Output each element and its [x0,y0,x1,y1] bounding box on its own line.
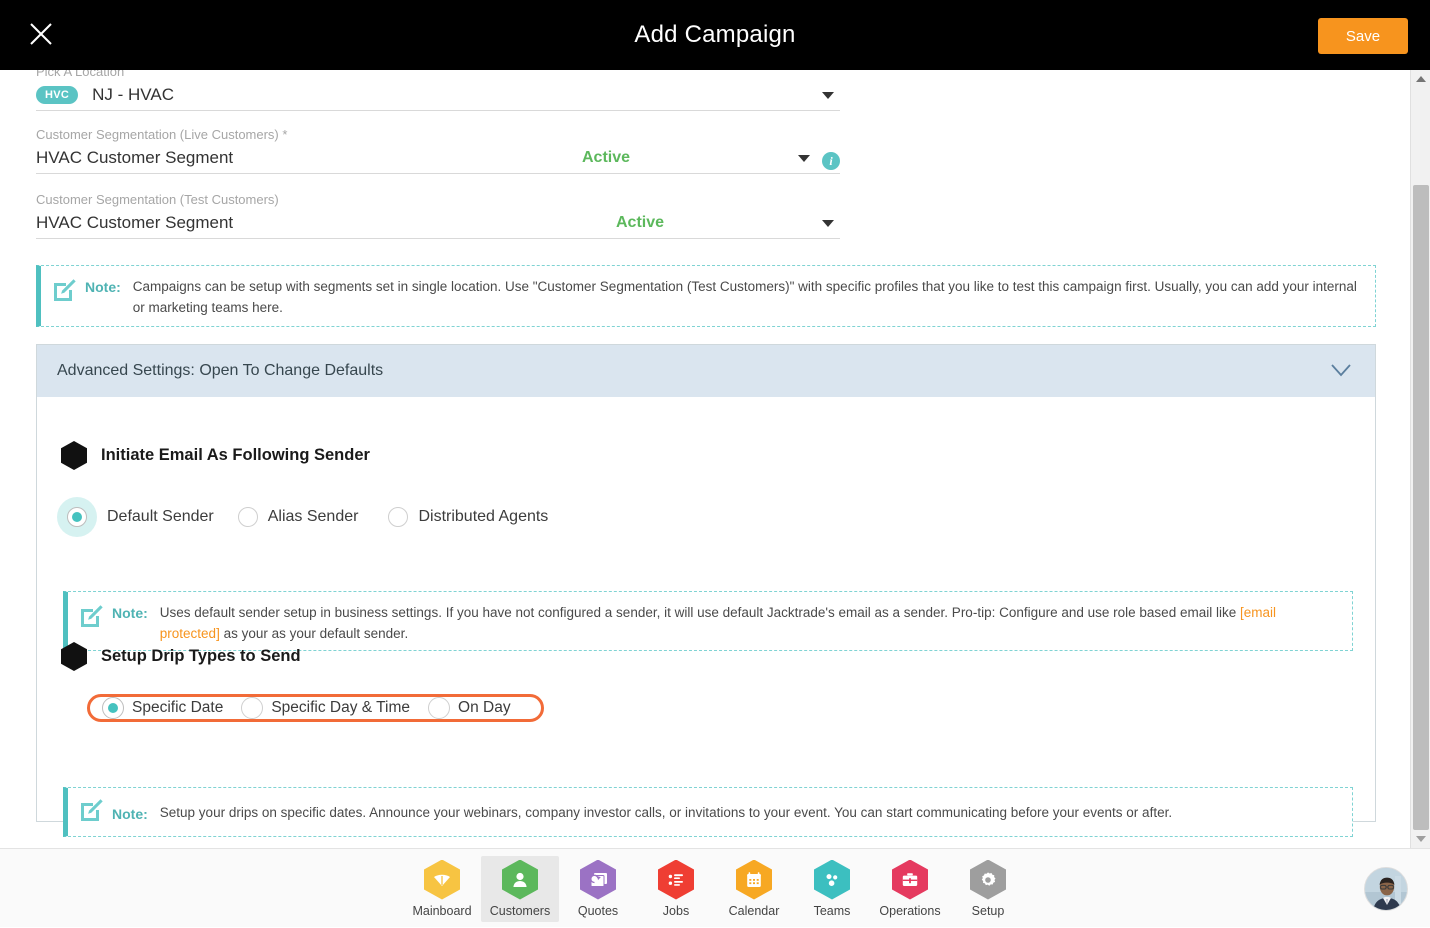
nav-item-operations[interactable]: Operations [871,856,949,922]
radio-circle [241,697,264,719]
nav-label: Calendar [728,903,780,918]
hexagon-bullet-icon [61,642,87,671]
edit-note-icon [78,797,104,828]
quotes-icon [580,859,616,900]
bottom-navigation-bar: Mainboard Customers Quotes Jobs Calendar… [0,848,1430,927]
close-icon[interactable] [26,19,56,49]
radio-distributed-agents[interactable]: Distributed Agents [388,507,548,527]
calendar-icon [736,859,772,900]
test-segmentation-field[interactable]: Customer Segmentation (Test Customers) H… [36,192,840,239]
modal-header: Add Campaign Save [0,0,1430,70]
advanced-settings-panel: Advanced Settings: Open To Change Defaul… [36,344,1376,837]
drip-note: Note: Setup your drips on specific dates… [63,787,1353,837]
sender-section-heading: Initiate Email As Following Sender [61,441,370,470]
campaign-form-scroll-area: Pick A Location HVC NJ - HVAC Customer S… [0,70,1410,848]
nav-label: Operations [879,903,941,918]
segmentation-note-text: Campaigns can be setup with segments set… [132,279,1357,315]
nav-item-jobs[interactable]: Jobs [637,856,715,922]
sender-note-text-part2: as your as your default sender. [219,626,409,641]
radio-label: Specific Day & Time [271,699,411,716]
info-icon[interactable]: i [822,152,840,170]
location-label: Pick A Location [36,70,125,79]
note-label: Note: [112,805,148,822]
radio-label: Alias Sender [267,508,359,525]
nav-item-customers[interactable]: Customers [481,855,559,922]
avatar[interactable] [1364,867,1408,911]
nav-label: Setup [971,903,1005,918]
customers-icon [502,859,538,900]
chevron-down-icon[interactable] [1329,361,1353,386]
live-segmentation-value: HVAC Customer Segment [36,148,234,167]
advanced-settings-title: Advanced Settings: Open To Change Defaul… [57,362,384,379]
radio-circle [67,507,87,527]
nav-item-calendar[interactable]: Calendar [715,856,793,922]
nav-item-quotes[interactable]: Quotes [559,856,637,922]
radio-circle [102,697,124,719]
chevron-down-icon[interactable] [798,155,810,162]
advanced-settings-body: Initiate Email As Following Sender Defau… [37,397,1375,837]
radio-label: Default Sender [107,508,214,525]
nav-label: Mainboard [412,903,472,918]
chevron-down-icon[interactable] [822,92,834,99]
nav-label: Quotes [577,903,619,918]
edit-note-icon [51,277,77,308]
radio-selected-halo [57,497,97,537]
save-button[interactable]: Save [1318,18,1408,54]
page-title: Add Campaign [634,21,796,48]
radio-dot [108,703,118,713]
setup-gear-icon [970,859,1006,900]
radio-default-sender[interactable]: Default Sender [57,497,214,537]
nav-item-mainboard[interactable]: Mainboard [403,856,481,922]
segmentation-note: Note: Campaigns can be setup with segmen… [36,265,1376,327]
nav-label: Teams [813,903,851,918]
radio-dot [72,512,82,522]
live-segmentation-label: Customer Segmentation (Live Customers) * [36,127,288,142]
jobs-icon [658,859,694,900]
mainboard-icon [424,859,460,900]
sender-radio-group[interactable]: Default Sender Alias Sender Distributed … [57,497,558,537]
scroll-down-arrow-icon[interactable] [1411,830,1430,848]
drip-section-title: Setup Drip Types to Send [101,647,301,665]
edit-note-icon [78,603,104,634]
chevron-down-icon[interactable] [822,220,834,227]
drip-section-heading: Setup Drip Types to Send [61,642,301,671]
location-value: NJ - HVAC [92,85,174,104]
nav-item-teams[interactable]: Teams [793,856,871,922]
note-label: Note: [112,605,148,621]
sender-note-text-part1: Uses default sender setup in business se… [159,605,1240,620]
nav-item-list: Mainboard Customers Quotes Jobs Calendar… [0,849,1430,928]
radio-circle [428,697,451,719]
location-field[interactable]: Pick A Location HVC NJ - HVAC [36,70,840,111]
test-segmentation-value: HVAC Customer Segment [36,213,234,232]
nav-item-setup[interactable]: Setup [949,856,1027,922]
operations-icon [892,859,928,900]
vertical-scrollbar[interactable] [1410,70,1430,848]
radio-alias-sender[interactable]: Alias Sender [237,507,359,527]
test-segmentation-label: Customer Segmentation (Test Customers) [36,192,279,207]
drip-type-radio-group[interactable]: Specific Date Specific Day & Time On Day [87,694,544,722]
radio-specific-date[interactable]: Specific Date [102,697,237,719]
sender-section-title: Initiate Email As Following Sender [101,446,370,464]
radio-circle [237,507,258,527]
test-segmentation-status: Active [616,214,665,231]
advanced-settings-header[interactable]: Advanced Settings: Open To Change Defaul… [37,345,1375,397]
note-label: Note: [85,279,121,295]
radio-label: On Day [458,699,511,716]
live-segmentation-field[interactable]: Customer Segmentation (Live Customers) *… [36,127,840,174]
radio-label: Distributed Agents [418,508,549,525]
radio-circle [388,507,409,527]
nav-label: Customers [489,903,551,918]
location-badge: HVC [36,86,79,104]
radio-label: Specific Date [132,699,224,716]
scroll-up-arrow-icon[interactable] [1411,70,1430,88]
radio-specific-day-time[interactable]: Specific Day & Time [241,697,424,719]
sender-note-text: Uses default sender setup in business se… [160,602,1338,644]
nav-label: Jobs [662,903,690,918]
drip-note-text: Setup your drips on specific dates. Anno… [159,804,1173,820]
live-segmentation-status: Active [582,149,631,166]
scrollbar-thumb[interactable] [1413,185,1429,830]
teams-icon [814,859,850,900]
hexagon-bullet-icon [61,441,87,470]
radio-on-day[interactable]: On Day [428,697,525,719]
